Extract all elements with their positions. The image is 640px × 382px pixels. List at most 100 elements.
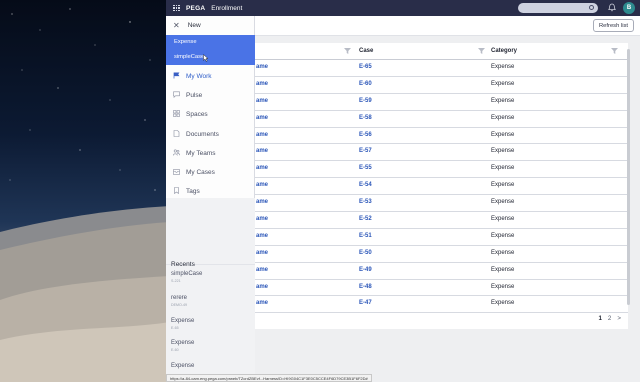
case-type-expense[interactable]: Expense [174, 39, 197, 45]
case-category: Expense [491, 216, 515, 223]
case-name-link[interactable]: ame [256, 250, 268, 256]
case-category: Expense [491, 199, 515, 206]
case-category: Expense [491, 266, 515, 273]
recent-item[interactable]: rerere DEMO-49 [171, 295, 251, 307]
user-avatar[interactable]: B [623, 2, 635, 14]
table-row[interactable]: ame E-60 Expense [240, 77, 628, 94]
filter-icon[interactable] [478, 48, 485, 54]
recent-item-title: Expense [171, 363, 195, 369]
case-id-link[interactable]: E-60 [359, 81, 372, 87]
refresh-list-button[interactable]: Refresh list [593, 19, 634, 32]
case-name-link[interactable]: ame [256, 148, 268, 154]
search-icon [589, 5, 594, 10]
new-case-toggle[interactable]: ✕ New [166, 16, 255, 35]
case-category: Expense [491, 64, 515, 70]
page-1[interactable]: 1 [598, 315, 601, 322]
case-id-link[interactable]: E-65 [359, 64, 372, 70]
spaces-grid-icon [173, 110, 180, 118]
case-name-link[interactable]: ame [256, 300, 268, 306]
case-category: Expense [491, 249, 515, 256]
recent-item-title: Expense [171, 340, 195, 346]
case-name-link[interactable]: ame [256, 165, 268, 171]
recent-item[interactable]: simpleCase S-221 [171, 271, 251, 283]
next-page-arrow[interactable]: > [617, 315, 621, 322]
table-row[interactable]: ame E-51 Expense [240, 229, 628, 246]
case-name-link[interactable]: ame [256, 233, 268, 239]
nav-item-label: Spaces [186, 111, 208, 119]
case-name-link[interactable]: ame [256, 64, 268, 70]
nav-item-spaces[interactable]: Spaces [166, 105, 255, 124]
case-category: Expense [491, 283, 515, 290]
recent-item[interactable]: Expense [171, 363, 251, 369]
case-name-link[interactable]: ame [256, 267, 268, 273]
case-name-link[interactable]: ame [256, 216, 268, 222]
brand-logo: PEGA [186, 4, 206, 12]
case-name-link[interactable]: ame [256, 132, 268, 138]
table-row[interactable]: ame E-59 Expense [240, 94, 628, 111]
close-icon[interactable]: ✕ [173, 21, 180, 30]
case-id-link[interactable]: E-52 [359, 216, 372, 222]
table-row[interactable]: ame E-55 Expense [240, 161, 628, 179]
recent-item[interactable]: Expense E-60 [171, 340, 251, 352]
app-switcher-icon[interactable] [173, 4, 180, 12]
case-category: Expense [491, 300, 515, 307]
case-name-link[interactable]: ame [256, 199, 268, 205]
case-id-link[interactable]: E-48 [359, 284, 372, 290]
case-id-link[interactable]: E-59 [359, 98, 372, 104]
case-id-link[interactable]: E-56 [359, 132, 372, 138]
app-title: Enrollment [211, 4, 243, 12]
table-row[interactable]: ame E-50 Expense [240, 246, 628, 263]
recents-title: Recents [171, 261, 195, 268]
nav-item-documents[interactable]: Documents [166, 125, 255, 144]
case-id-link[interactable]: E-51 [359, 233, 372, 239]
case-id-link[interactable]: E-50 [359, 250, 372, 256]
table-row[interactable]: ame E-58 Expense [240, 111, 628, 128]
case-id-link[interactable]: E-49 [359, 267, 372, 273]
table-row[interactable]: ame E-53 Expense [240, 195, 628, 213]
case-name-link[interactable]: ame [256, 182, 268, 188]
left-navigation: ✕ New Expense simpleCase My Work Pulse S… [166, 16, 255, 382]
case-name-link[interactable]: ame [256, 81, 268, 87]
table-row[interactable]: ame E-47 Expense [240, 296, 628, 314]
case-id-link[interactable]: E-58 [359, 115, 372, 121]
recent-item-title: rerere [171, 295, 188, 301]
page-2[interactable]: 2 [608, 315, 611, 322]
tag-icon [174, 187, 179, 195]
table-row[interactable]: ame E-54 Expense [240, 178, 628, 196]
case-name-link[interactable]: ame [256, 98, 268, 104]
notifications-bell-icon[interactable] [608, 3, 616, 12]
flag-icon [173, 72, 180, 79]
case-id-link[interactable]: E-47 [359, 300, 372, 306]
chat-icon [173, 91, 180, 99]
table-row[interactable]: ame E-52 Expense [240, 212, 628, 229]
nav-item-my-teams[interactable]: My Teams [166, 144, 255, 163]
filter-icon[interactable] [611, 48, 618, 54]
table-row[interactable]: ame E-49 Expense [240, 263, 628, 280]
column-header-case[interactable]: Case [359, 48, 373, 54]
nav-spacer [166, 198, 255, 264]
table-row[interactable]: ame E-65 Expense [240, 60, 628, 77]
case-id-link[interactable]: E-54 [359, 182, 372, 188]
table-row[interactable]: ame E-56 Expense [240, 128, 628, 145]
nav-items: My Work Pulse Spaces Documents My Teams … [166, 67, 255, 201]
global-search-input[interactable] [518, 3, 598, 13]
case-id-link[interactable]: E-53 [359, 199, 372, 205]
table-row[interactable]: ame E-57 Expense [240, 144, 628, 162]
nav-item-my-work[interactable]: My Work [166, 67, 255, 86]
nav-item-pulse[interactable]: Pulse [166, 86, 255, 105]
vertical-scrollbar[interactable] [627, 49, 630, 305]
case-name-link[interactable]: ame [256, 284, 268, 290]
column-header-category[interactable]: Category [491, 48, 517, 54]
case-id-link[interactable]: E-55 [359, 165, 372, 171]
case-type-simplecase[interactable]: simpleCase [174, 54, 204, 60]
nav-item-my-cases[interactable]: My Cases [166, 163, 255, 182]
case-name-link[interactable]: ame [256, 115, 268, 121]
case-category: Expense [491, 131, 515, 138]
table-row[interactable]: ame E-48 Expense [240, 280, 628, 297]
new-label: New [187, 22, 201, 29]
app-header: PEGA Enrollment B [166, 0, 640, 16]
recent-item[interactable]: Expense E-65 [171, 318, 251, 330]
case-category: Expense [491, 165, 515, 172]
case-id-link[interactable]: E-57 [359, 148, 372, 154]
filter-icon[interactable] [344, 48, 351, 54]
